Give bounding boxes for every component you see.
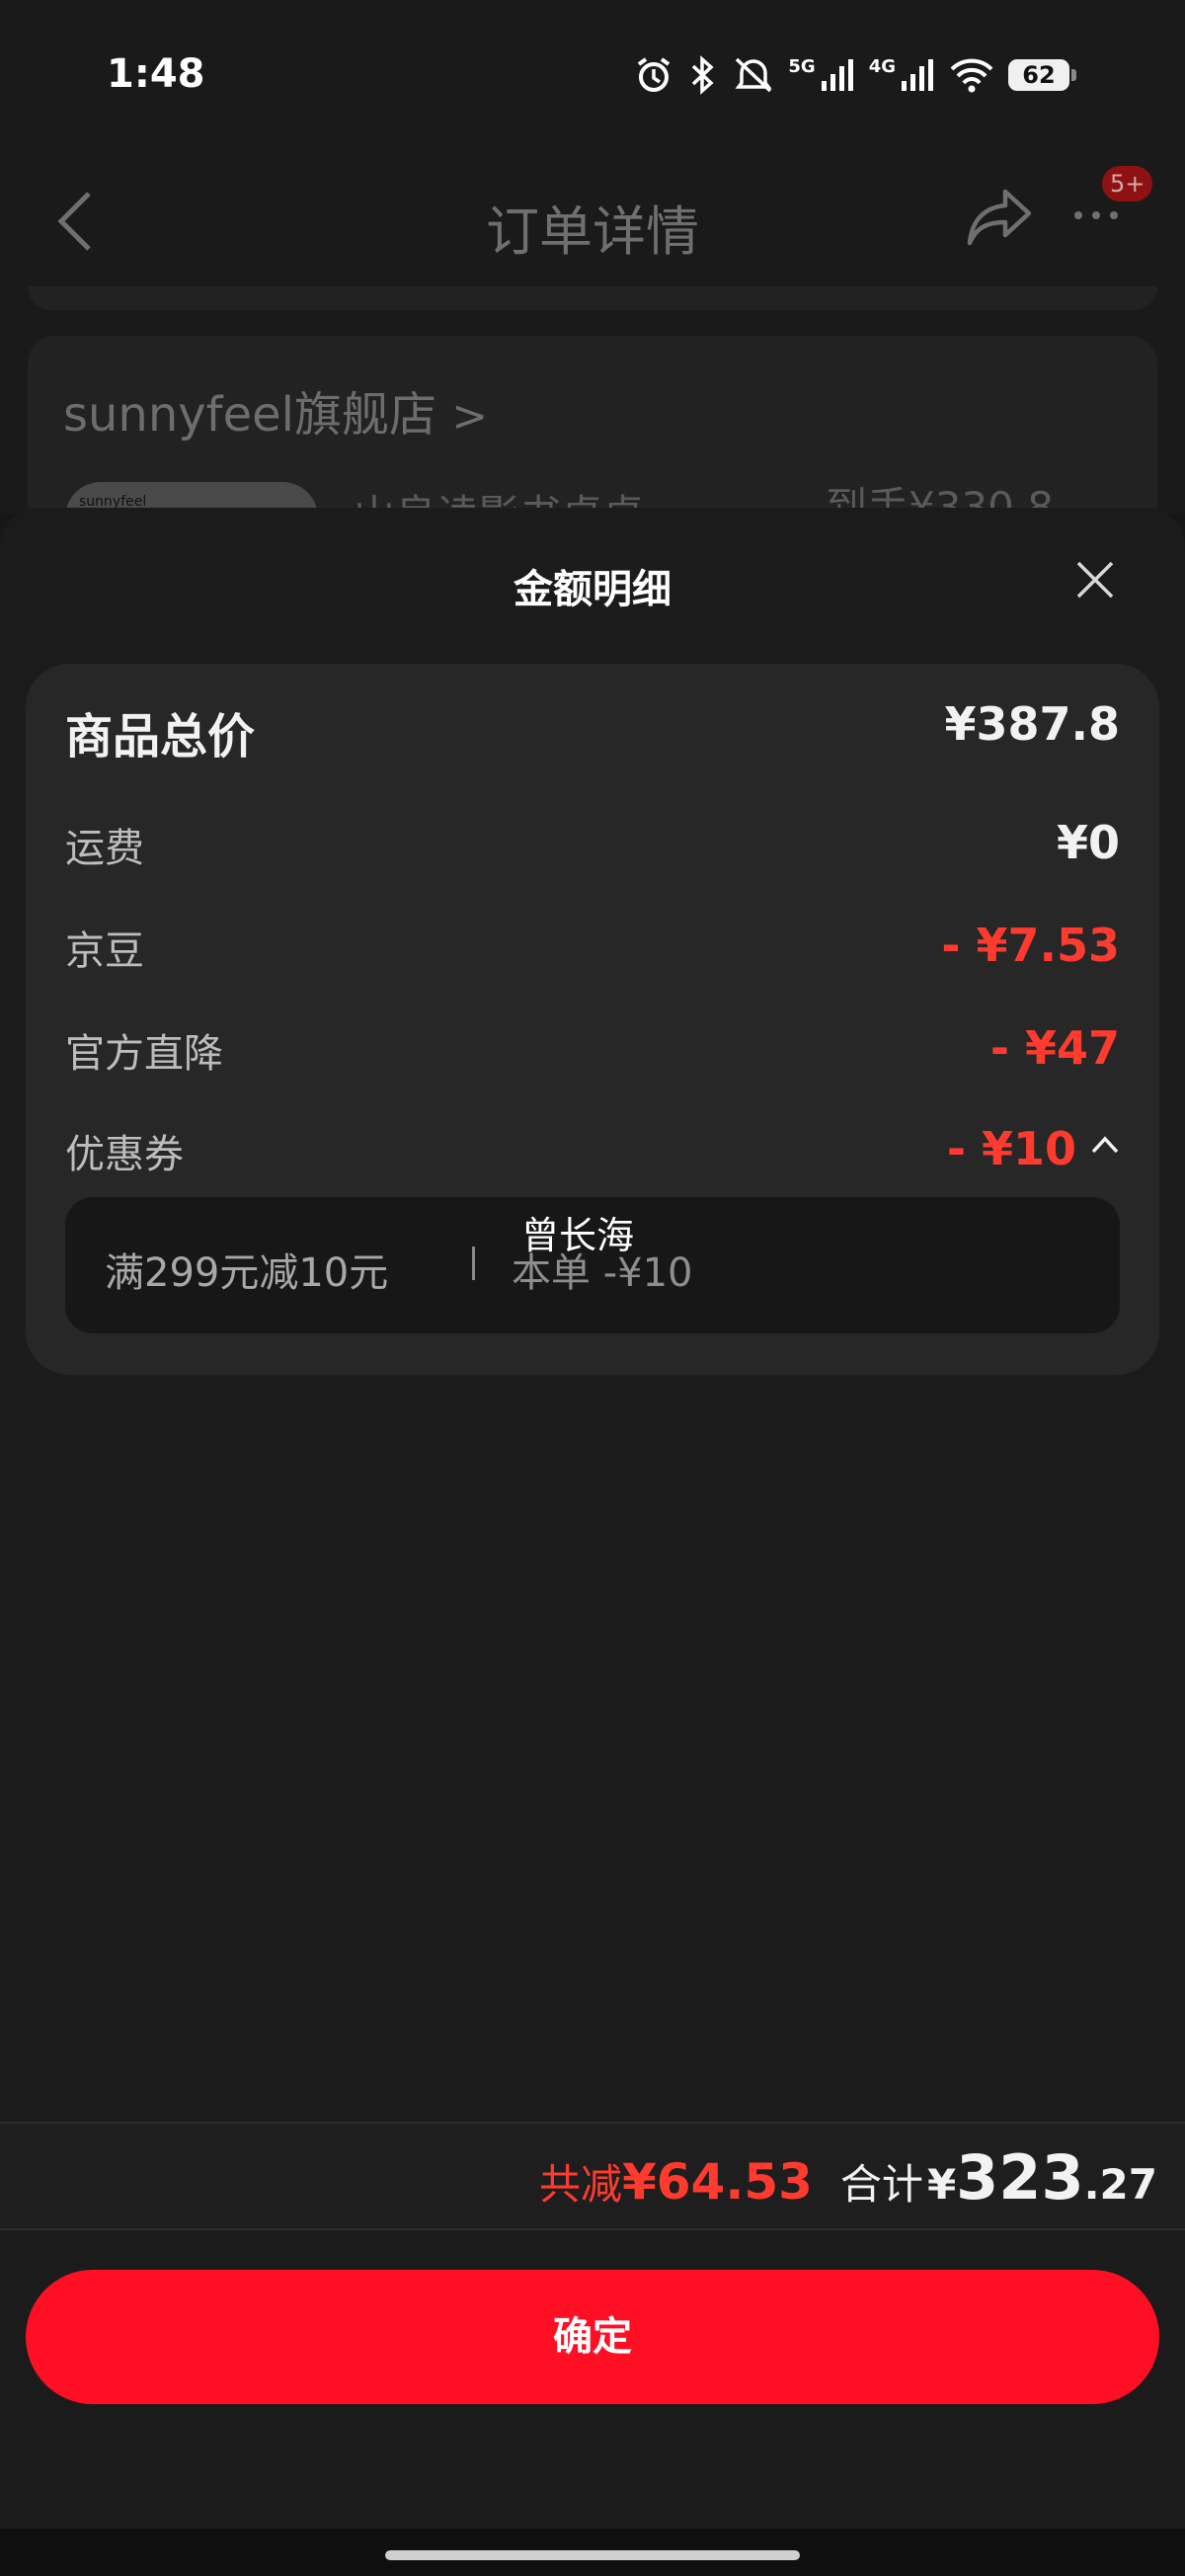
official-discount-label: 官方直降 bbox=[65, 1031, 223, 1077]
footer-divider bbox=[0, 2228, 1185, 2230]
notification-badge: 5+ bbox=[1102, 166, 1153, 201]
battery-level: 62 bbox=[1008, 59, 1069, 91]
network-5g-label: 5G bbox=[788, 55, 816, 77]
confirm-button[interactable]: 确定 bbox=[26, 2270, 1159, 2404]
mute-icon bbox=[733, 55, 774, 95]
jingdou-label: 京豆 bbox=[65, 928, 144, 974]
battery-icon: 62 bbox=[1008, 59, 1076, 91]
signal-icon bbox=[820, 57, 855, 93]
share-icon[interactable] bbox=[966, 186, 1033, 253]
coupon-detail-box: 满299元减10元 本单 -¥10 曾长海 bbox=[65, 1197, 1120, 1333]
official-discount-value: - ¥47 bbox=[989, 1021, 1120, 1075]
watermark-text: 曾长海 bbox=[521, 1214, 635, 1257]
bluetooth-icon bbox=[687, 55, 719, 95]
subtotal-value: ¥387.8 bbox=[944, 697, 1120, 751]
shipping-value: ¥0 bbox=[1056, 816, 1120, 869]
close-icon[interactable] bbox=[1074, 559, 1116, 604]
network-4g-label: 4G bbox=[868, 55, 896, 77]
chevron-up-icon[interactable] bbox=[1090, 1134, 1120, 1160]
sheet-title: 金额明细 bbox=[514, 567, 672, 612]
nav-bar: 订单详情 5+ bbox=[0, 166, 1185, 277]
footer-summary-bar: 共减 ¥64.53 合计 ¥ 323 .27 bbox=[0, 2124, 1185, 2228]
subtotal-label: 商品总价 bbox=[65, 709, 256, 765]
home-indicator-area bbox=[0, 2529, 1185, 2576]
more-icon[interactable] bbox=[1074, 211, 1118, 219]
total-summary: 共减 ¥64.53 合计 ¥ 323 .27 bbox=[539, 2141, 1157, 2214]
row-coupon[interactable]: 优惠券 - ¥10 bbox=[65, 1122, 1120, 1185]
background-card-edge bbox=[28, 286, 1157, 310]
price-detail-card: 商品总价 ¥387.8 运费 ¥0 京豆 - ¥7.53 官方直降 - ¥47 … bbox=[26, 664, 1159, 1375]
coupon-label: 优惠券 bbox=[65, 1132, 184, 1177]
coupon-value: - ¥10 bbox=[946, 1122, 1076, 1175]
row-jingdou: 京豆 - ¥7.53 bbox=[65, 919, 1120, 982]
total-amount-integer: 323 bbox=[956, 2141, 1084, 2214]
coupon-condition: 满299元减10元 bbox=[105, 1250, 389, 1296]
store-name-label: sunnyfeel旗舰店 bbox=[63, 387, 436, 443]
total-label: 合计 bbox=[839, 2160, 923, 2209]
wifi-icon bbox=[949, 57, 994, 93]
status-icons: 5G 4G 62 bbox=[634, 55, 1076, 95]
total-amount-decimal: .27 bbox=[1083, 2160, 1157, 2209]
store-chevron: > bbox=[451, 391, 489, 442]
coupon-divider bbox=[472, 1247, 475, 1280]
status-bar: 1:48 5G 4G 62 bbox=[0, 0, 1185, 148]
background-page: 1:48 5G 4G 62 订单详情 5+ sunnyfeel旗舰店 > sun… bbox=[0, 0, 1185, 573]
status-time: 1:48 bbox=[107, 51, 205, 97]
alarm-icon bbox=[634, 55, 673, 95]
total-discount-label: 共减 bbox=[538, 2160, 622, 2209]
jingdou-value: - ¥7.53 bbox=[941, 919, 1120, 972]
store-name[interactable]: sunnyfeel旗舰店 > bbox=[63, 375, 488, 444]
signal-icon bbox=[900, 57, 935, 93]
total-currency: ¥ bbox=[926, 2160, 957, 2209]
amount-detail-sheet: 金额明细 商品总价 ¥387.8 运费 ¥0 京豆 - ¥7.53 官方直降 -… bbox=[0, 508, 1185, 2576]
home-indicator[interactable] bbox=[385, 2550, 800, 2560]
total-discount-value: ¥64.53 bbox=[621, 2153, 813, 2211]
row-shipping: 运费 ¥0 bbox=[65, 816, 1120, 879]
shipping-label: 运费 bbox=[65, 826, 144, 871]
row-official-discount: 官方直降 - ¥47 bbox=[65, 1021, 1120, 1085]
row-subtotal: 商品总价 ¥387.8 bbox=[65, 697, 1120, 765]
